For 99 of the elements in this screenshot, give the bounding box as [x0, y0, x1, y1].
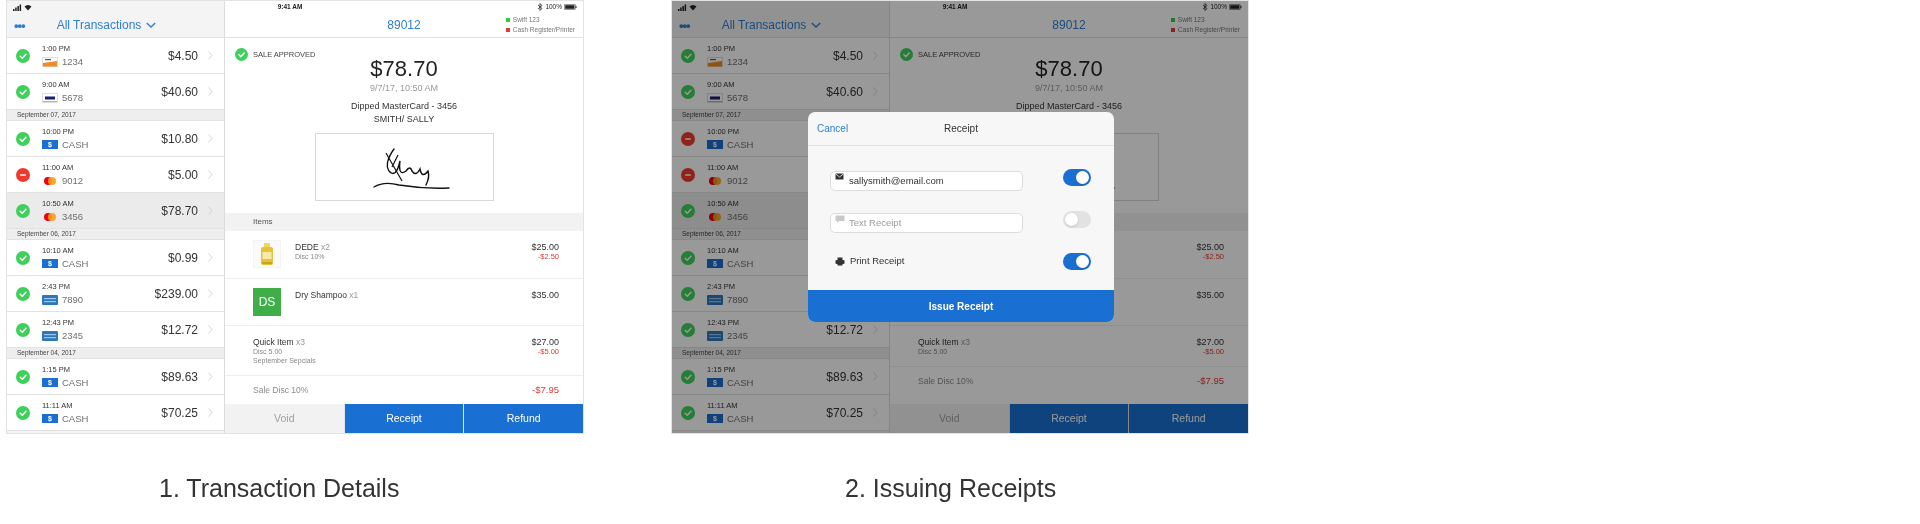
- signal-icon: [678, 3, 687, 11]
- card-number: 9012: [62, 175, 84, 186]
- discount-amount: -$7.95: [532, 382, 559, 397]
- message-icon: [835, 215, 845, 223]
- card-number: 1234: [62, 56, 84, 67]
- signal-icon: [13, 3, 22, 11]
- toggle-switch[interactable]: [1063, 252, 1091, 270]
- chevron-icon: [208, 51, 213, 60]
- chevron-icon: [208, 289, 213, 298]
- text-receipt-field[interactable]: Text Receipt: [830, 212, 1023, 233]
- mail-icon: [835, 173, 844, 180]
- transaction-amount: $10.80: [161, 130, 198, 148]
- transaction-number: 89012: [387, 17, 421, 34]
- chevron-icon: [208, 253, 213, 262]
- transaction-amount: $12.72: [826, 321, 863, 339]
- initials-avatar: DS: [253, 288, 281, 316]
- section-title: Items: [253, 216, 273, 228]
- chevron-icon: [208, 408, 213, 417]
- transaction-amount: $89.63: [826, 368, 863, 386]
- chevron-icon: [208, 170, 213, 179]
- card-number: 5678: [727, 92, 749, 103]
- card-number: CASH: [727, 377, 754, 388]
- toggle-switch[interactable]: [1063, 210, 1091, 228]
- toggle-switch[interactable]: [1063, 168, 1091, 186]
- filter-dropdown[interactable]: All Transactions: [56, 16, 157, 34]
- caret-icon: [811, 22, 822, 28]
- dialog-title: Receipt: [944, 122, 978, 136]
- transaction-amount: $4.50: [832, 47, 863, 65]
- caret-icon: [146, 22, 157, 28]
- chevron-icon: [208, 134, 213, 143]
- more-button[interactable]: •••: [14, 18, 25, 32]
- card-description: Dipped MasterCard - 3456: [350, 100, 458, 112]
- card-number: CASH: [62, 139, 89, 150]
- transaction-amount: $40.60: [161, 83, 198, 101]
- transaction-amount: $12.72: [161, 321, 198, 339]
- transaction-amount: $40.60: [826, 83, 863, 101]
- card-number: 2345: [727, 330, 749, 341]
- bluetooth-icon: [1202, 3, 1209, 11]
- transaction-amount: $70.25: [161, 404, 198, 422]
- transaction-amount: $239.00: [154, 285, 198, 303]
- item-name: Dry Shampoo x1: [295, 290, 360, 300]
- card-number: CASH: [727, 258, 754, 269]
- wifi-icon: [24, 3, 32, 11]
- transaction-number: 89012: [1052, 17, 1086, 34]
- item-price: $27.00: [531, 337, 559, 347]
- caption: 2. Issuing Receipts: [845, 474, 1057, 502]
- card-description: Dipped MasterCard - 3456: [1015, 100, 1123, 112]
- wifi-icon: [689, 3, 697, 11]
- card-number: 9012: [727, 175, 749, 186]
- total-amount: $78.70: [1035, 57, 1103, 81]
- transaction-amount: $78.70: [161, 202, 198, 220]
- discount-label: Sale Disc 10%: [918, 374, 974, 388]
- transaction-date: 9/7/17, 10:50 AM: [369, 82, 439, 94]
- item-price: $35.00: [531, 290, 559, 300]
- transaction-amount: $4.50: [167, 47, 198, 65]
- approved-icon: [235, 48, 248, 61]
- action-button[interactable]: Refund: [1129, 404, 1248, 433]
- item-price: $35.00: [1196, 290, 1224, 300]
- card-number: 5678: [62, 92, 84, 103]
- battery-icon: [1229, 4, 1242, 10]
- chevron-icon: [208, 325, 213, 334]
- cardholder-name: SMITH/ SALLY: [373, 113, 435, 125]
- card-number: CASH: [727, 139, 754, 150]
- cancel-button[interactable]: Cancel: [817, 121, 849, 136]
- item-price: $25.00: [1196, 242, 1224, 252]
- card-number: 3456: [727, 211, 749, 222]
- transaction-amount: $89.63: [161, 368, 198, 386]
- item-name: Quick Item x3: [253, 337, 306, 347]
- transaction-date: 9/7/17, 10:50 AM: [1034, 82, 1104, 94]
- bluetooth-icon: [537, 3, 544, 11]
- card-number: 3456: [62, 211, 84, 222]
- card-number: CASH: [62, 258, 89, 269]
- card-number: 2345: [62, 330, 84, 341]
- action-button[interactable]: Receipt: [344, 404, 464, 433]
- email-field[interactable]: sallysmith@email.com: [830, 170, 1023, 191]
- action-button[interactable]: Refund: [464, 404, 583, 433]
- card-number: 1234: [727, 56, 749, 67]
- card-number: 7890: [62, 294, 84, 305]
- printer-icon: [835, 256, 845, 266]
- card-number: CASH: [62, 377, 89, 388]
- chevron-icon: [208, 87, 213, 96]
- item-price: $25.00: [531, 242, 559, 252]
- action-button[interactable]: Receipt: [1009, 404, 1129, 433]
- total-amount: $78.70: [370, 57, 438, 81]
- battery-icon: [564, 4, 577, 10]
- card-number: 7890: [727, 294, 749, 305]
- issue-receipt-button[interactable]: Issue Receipt: [808, 290, 1114, 322]
- discount-amount: -$7.95: [1197, 373, 1224, 388]
- item-price: $27.00: [1196, 337, 1224, 347]
- card-number: CASH: [62, 413, 89, 424]
- transaction-amount: $70.25: [826, 404, 863, 422]
- transaction-amount: $5.00: [167, 166, 198, 184]
- approved-icon: [900, 48, 913, 61]
- chevron-icon: [208, 372, 213, 381]
- card-number: CASH: [727, 413, 754, 424]
- caption: 1. Transaction Details: [159, 474, 400, 502]
- discount-label: Sale Disc 10%: [253, 383, 309, 397]
- item-name: DEDE x2: [295, 242, 331, 252]
- transaction-amount: $0.99: [167, 249, 198, 267]
